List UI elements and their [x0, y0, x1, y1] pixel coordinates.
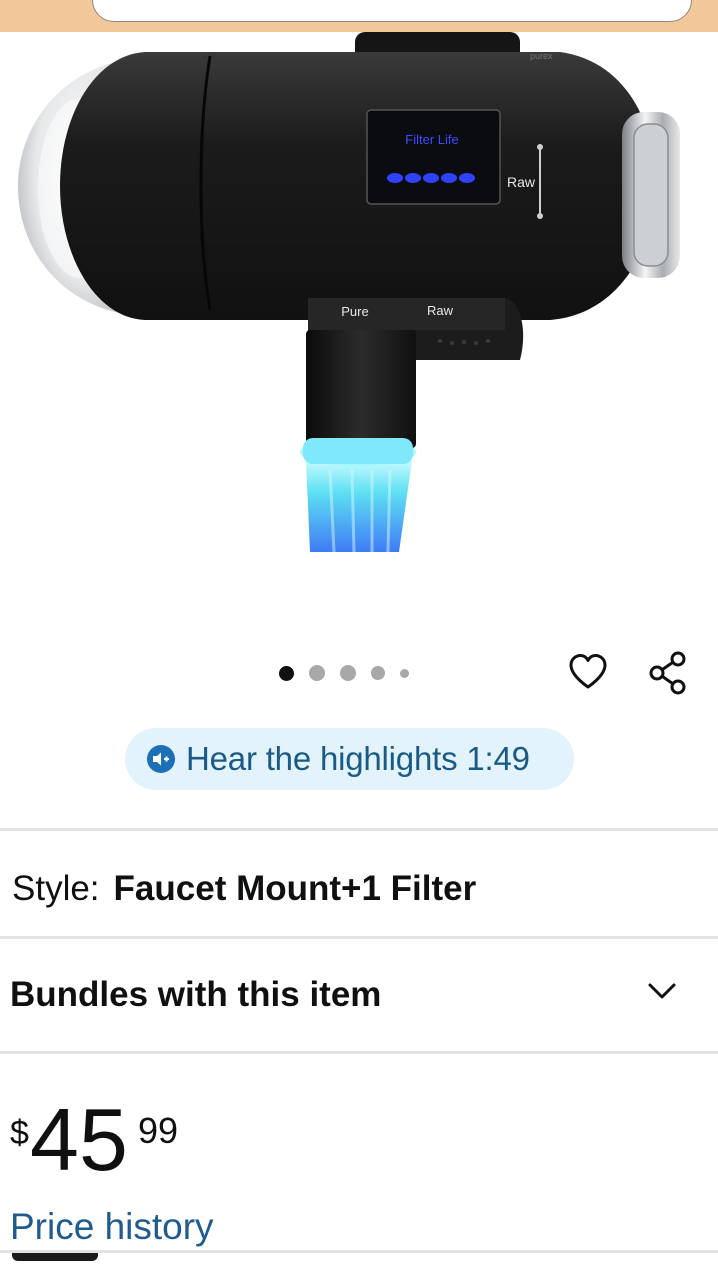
bundles-label: Bundles with this item: [10, 975, 382, 1014]
carousel-dot[interactable]: [309, 665, 325, 681]
highlights-duration: 1:49: [466, 740, 530, 777]
price-currency: $: [10, 1114, 29, 1152]
divider: [0, 936, 718, 939]
share-button[interactable]: [646, 651, 690, 695]
chevron-down-icon[interactable]: [640, 969, 684, 1013]
carousel-dot[interactable]: [340, 665, 356, 681]
pure-toggle-label: Pure: [341, 304, 368, 319]
share-icon: [649, 651, 686, 695]
audio-icon: [147, 745, 175, 773]
carousel-dot[interactable]: [371, 666, 385, 680]
style-row[interactable]: Style: Faucet Mount+1 Filter: [12, 866, 476, 912]
product-image[interactable]: Filter Life Raw purex Pure Raw: [0, 32, 718, 592]
top-search-bar: [0, 0, 718, 32]
carousel-dot[interactable]: [279, 665, 294, 681]
highlights-label: Hear the highlights: [186, 740, 458, 777]
filter-life-label: Filter Life: [405, 132, 458, 147]
price-fraction: 99: [138, 1110, 179, 1151]
favorite-button[interactable]: [566, 650, 610, 694]
divider: [0, 1051, 718, 1054]
price-whole: 45: [30, 1090, 128, 1189]
heart-icon: [569, 654, 607, 689]
bottom-tab-indicator: [12, 1253, 98, 1261]
brand-logo: purex: [530, 51, 553, 61]
style-label: Style:: [12, 869, 100, 908]
side-raw-label: Raw: [507, 174, 536, 190]
divider: [0, 1250, 718, 1253]
divider: [0, 828, 718, 831]
hear-highlights-button[interactable]: Hear the highlights 1:49: [125, 728, 574, 790]
search-input[interactable]: [92, 0, 692, 22]
price-history-link[interactable]: Price history: [10, 1206, 214, 1248]
style-value: Faucet Mount+1 Filter: [113, 869, 477, 908]
carousel-dot[interactable]: [400, 668, 409, 678]
bundles-section[interactable]: Bundles with this item: [0, 945, 718, 1049]
raw-toggle-label: Raw: [427, 303, 454, 318]
carousel-dots[interactable]: [279, 664, 409, 682]
